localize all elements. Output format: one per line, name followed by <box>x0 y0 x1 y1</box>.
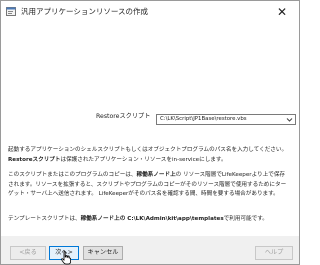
app-icon <box>6 7 16 16</box>
wizard-content: Restoreスクリプト C:\LK\Script\JP1Base\restor… <box>1 23 299 236</box>
help-button[interactable]: ヘルプ <box>255 246 293 260</box>
window-title: 汎用アプリケーションリソースの作成 <box>21 7 148 16</box>
close-icon: ✕ <box>276 5 288 19</box>
cancel-button[interactable]: キャンセル <box>83 246 123 260</box>
description-paragraph-1: 起動するアプリケーションのシェルスクリプトもしくはオブジェクトプログラムのパス名… <box>8 147 288 163</box>
restore-script-value: C:\LK\Script\JP1Base\restore.vbs <box>160 116 247 122</box>
chevron-down-icon[interactable] <box>285 115 294 124</box>
description-paragraph-2: このスクリプトまたはこのプログラムのコピーは、稼働系ノード上の リソース階層でL… <box>8 172 287 197</box>
description-paragraph-3: テンプレートスクリプトは、稼働系ノード上の C:\LK\Admin\kit\ap… <box>8 216 268 222</box>
title-bar: 汎用アプリケーションリソースの作成 ✕ <box>1 1 299 23</box>
button-bar: <戻る 次へ> キャンセル ヘルプ <box>1 236 299 264</box>
restore-script-label: Restoreスクリプト <box>96 113 151 120</box>
back-button[interactable]: <戻る <box>10 246 46 260</box>
dialog-window: 汎用アプリケーションリソースの作成 ✕ Restoreスクリプト C:\LK\S… <box>0 0 300 265</box>
close-button[interactable]: ✕ <box>265 1 299 23</box>
restore-script-combobox[interactable]: C:\LK\Script\JP1Base\restore.vbs <box>156 114 296 125</box>
mouse-pointer-icon <box>61 251 71 265</box>
